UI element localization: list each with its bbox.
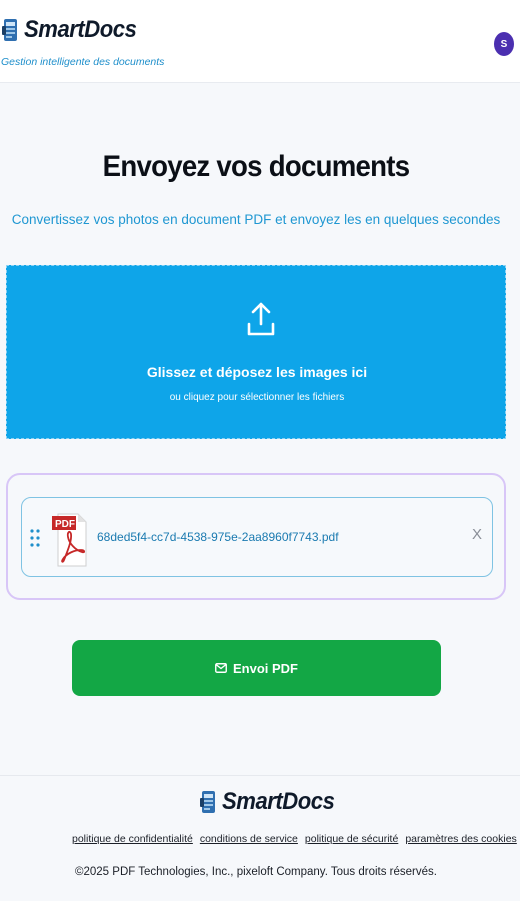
page-subtitle: Convertissez vos photos en document PDF … [11,212,501,227]
dropzone-title: Glissez et déposez les images ici [146,364,368,380]
cookie-settings-link[interactable]: paramètres des cookies [405,833,516,845]
smartdocs-logo-icon [200,791,215,813]
user-avatar[interactable]: S [494,32,514,56]
footer: SmartDocs politique de confidentialité c… [0,775,520,901]
dropzone-subtitle: ou cliquez pour sélectionner les fichier… [169,392,345,403]
file-list-panel: PDF 68ded5f4-cc7d-4538-975e-2aa8960f7743… [6,473,506,600]
smartdocs-logo-icon [2,19,17,41]
footer-brand-name: SmartDocs [222,788,335,815]
file-name: 68ded5f4-cc7d-4538-975e-2aa8960f7743.pdf [97,530,339,544]
send-pdf-button[interactable]: Envoi PDF [72,640,441,696]
privacy-policy-link[interactable]: politique de confidentialité [72,833,193,845]
file-item[interactable]: PDF 68ded5f4-cc7d-4538-975e-2aa8960f7743… [21,497,493,577]
copyright-text: ©2025 PDF Technologies, Inc., pixeloft C… [75,866,437,878]
upload-icon [247,302,275,336]
brand-name: SmartDocs [24,16,137,43]
brand-logo[interactable]: SmartDocs [2,16,146,44]
header: SmartDocs Gestion intelligente des docum… [0,0,520,83]
mail-icon [215,663,227,673]
send-pdf-label: Envoi PDF [232,660,298,676]
remove-file-button[interactable]: X [472,526,482,543]
pdf-file-icon: PDF [52,513,87,567]
drag-handle-icon[interactable] [30,529,40,547]
image-dropzone[interactable]: Glissez et déposez les images ici ou cli… [6,265,506,439]
page-title: Envoyez vos documents [102,150,410,183]
svg-text:PDF: PDF [55,519,75,530]
footer-brand-logo[interactable]: SmartDocs [200,788,344,816]
footer-links: politique de confidentialité conditions … [72,833,517,845]
terms-of-service-link[interactable]: conditions de service [200,833,298,845]
brand-tagline: Gestion intelligente des documents [1,56,165,68]
security-policy-link[interactable]: politique de sécurité [305,833,398,845]
